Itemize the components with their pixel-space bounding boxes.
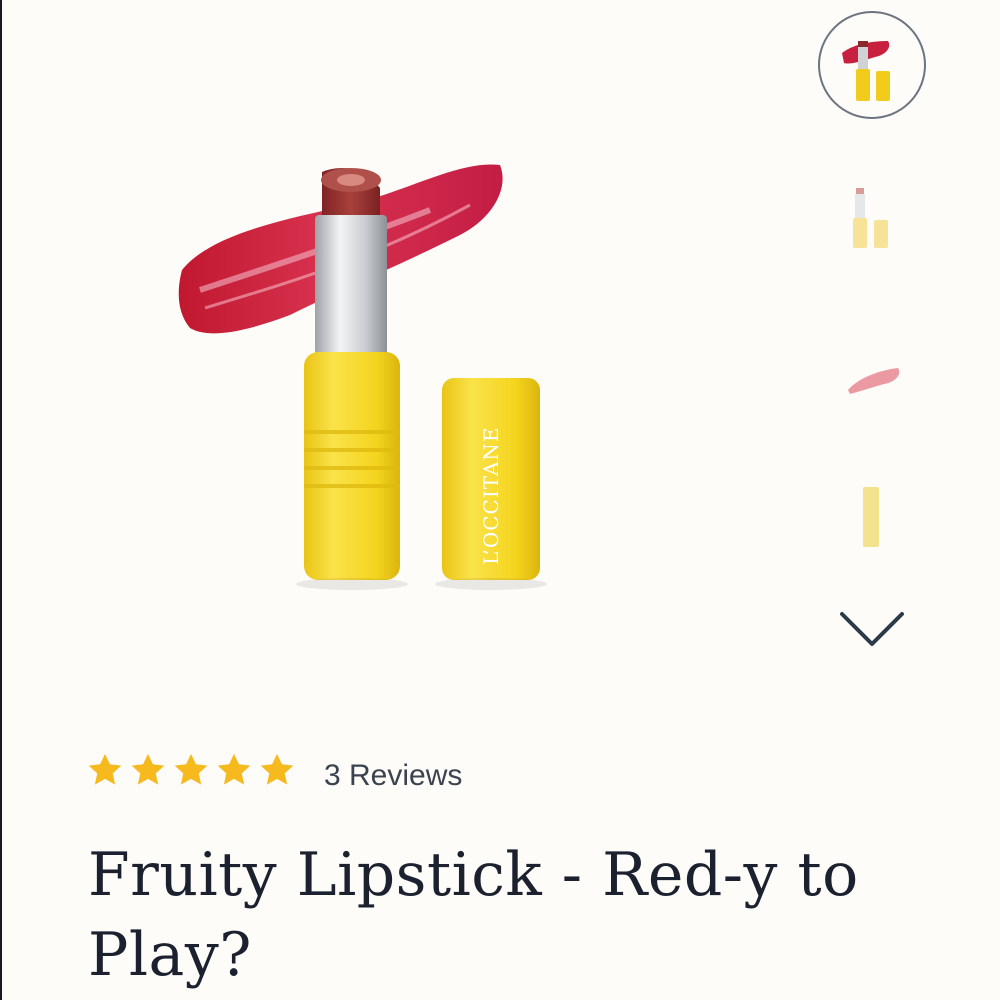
- star-icon: [260, 753, 294, 785]
- thumbnail-1[interactable]: [818, 11, 926, 119]
- main-product-image: L’OCCITANE: [170, 150, 550, 600]
- thumbnail-2[interactable]: [818, 168, 926, 276]
- star-icon: [88, 753, 122, 785]
- reviews-link[interactable]: 3 Reviews: [324, 754, 462, 798]
- chevron-down-icon[interactable]: [838, 606, 906, 650]
- star-rating[interactable]: [86, 751, 296, 789]
- star-icon: [174, 753, 208, 785]
- thumbnail-4[interactable]: [818, 462, 926, 570]
- rating-row: 3 Reviews: [86, 748, 462, 792]
- product-title: Fruity Lipstick - Red-y to Play?: [88, 840, 859, 990]
- thumbnail-3[interactable]: [818, 326, 926, 434]
- star-icon: [131, 753, 165, 785]
- brand-logo: L’OCCITANE: [479, 426, 503, 565]
- viewport-edge: [0, 0, 2, 1000]
- star-icon: [217, 753, 251, 785]
